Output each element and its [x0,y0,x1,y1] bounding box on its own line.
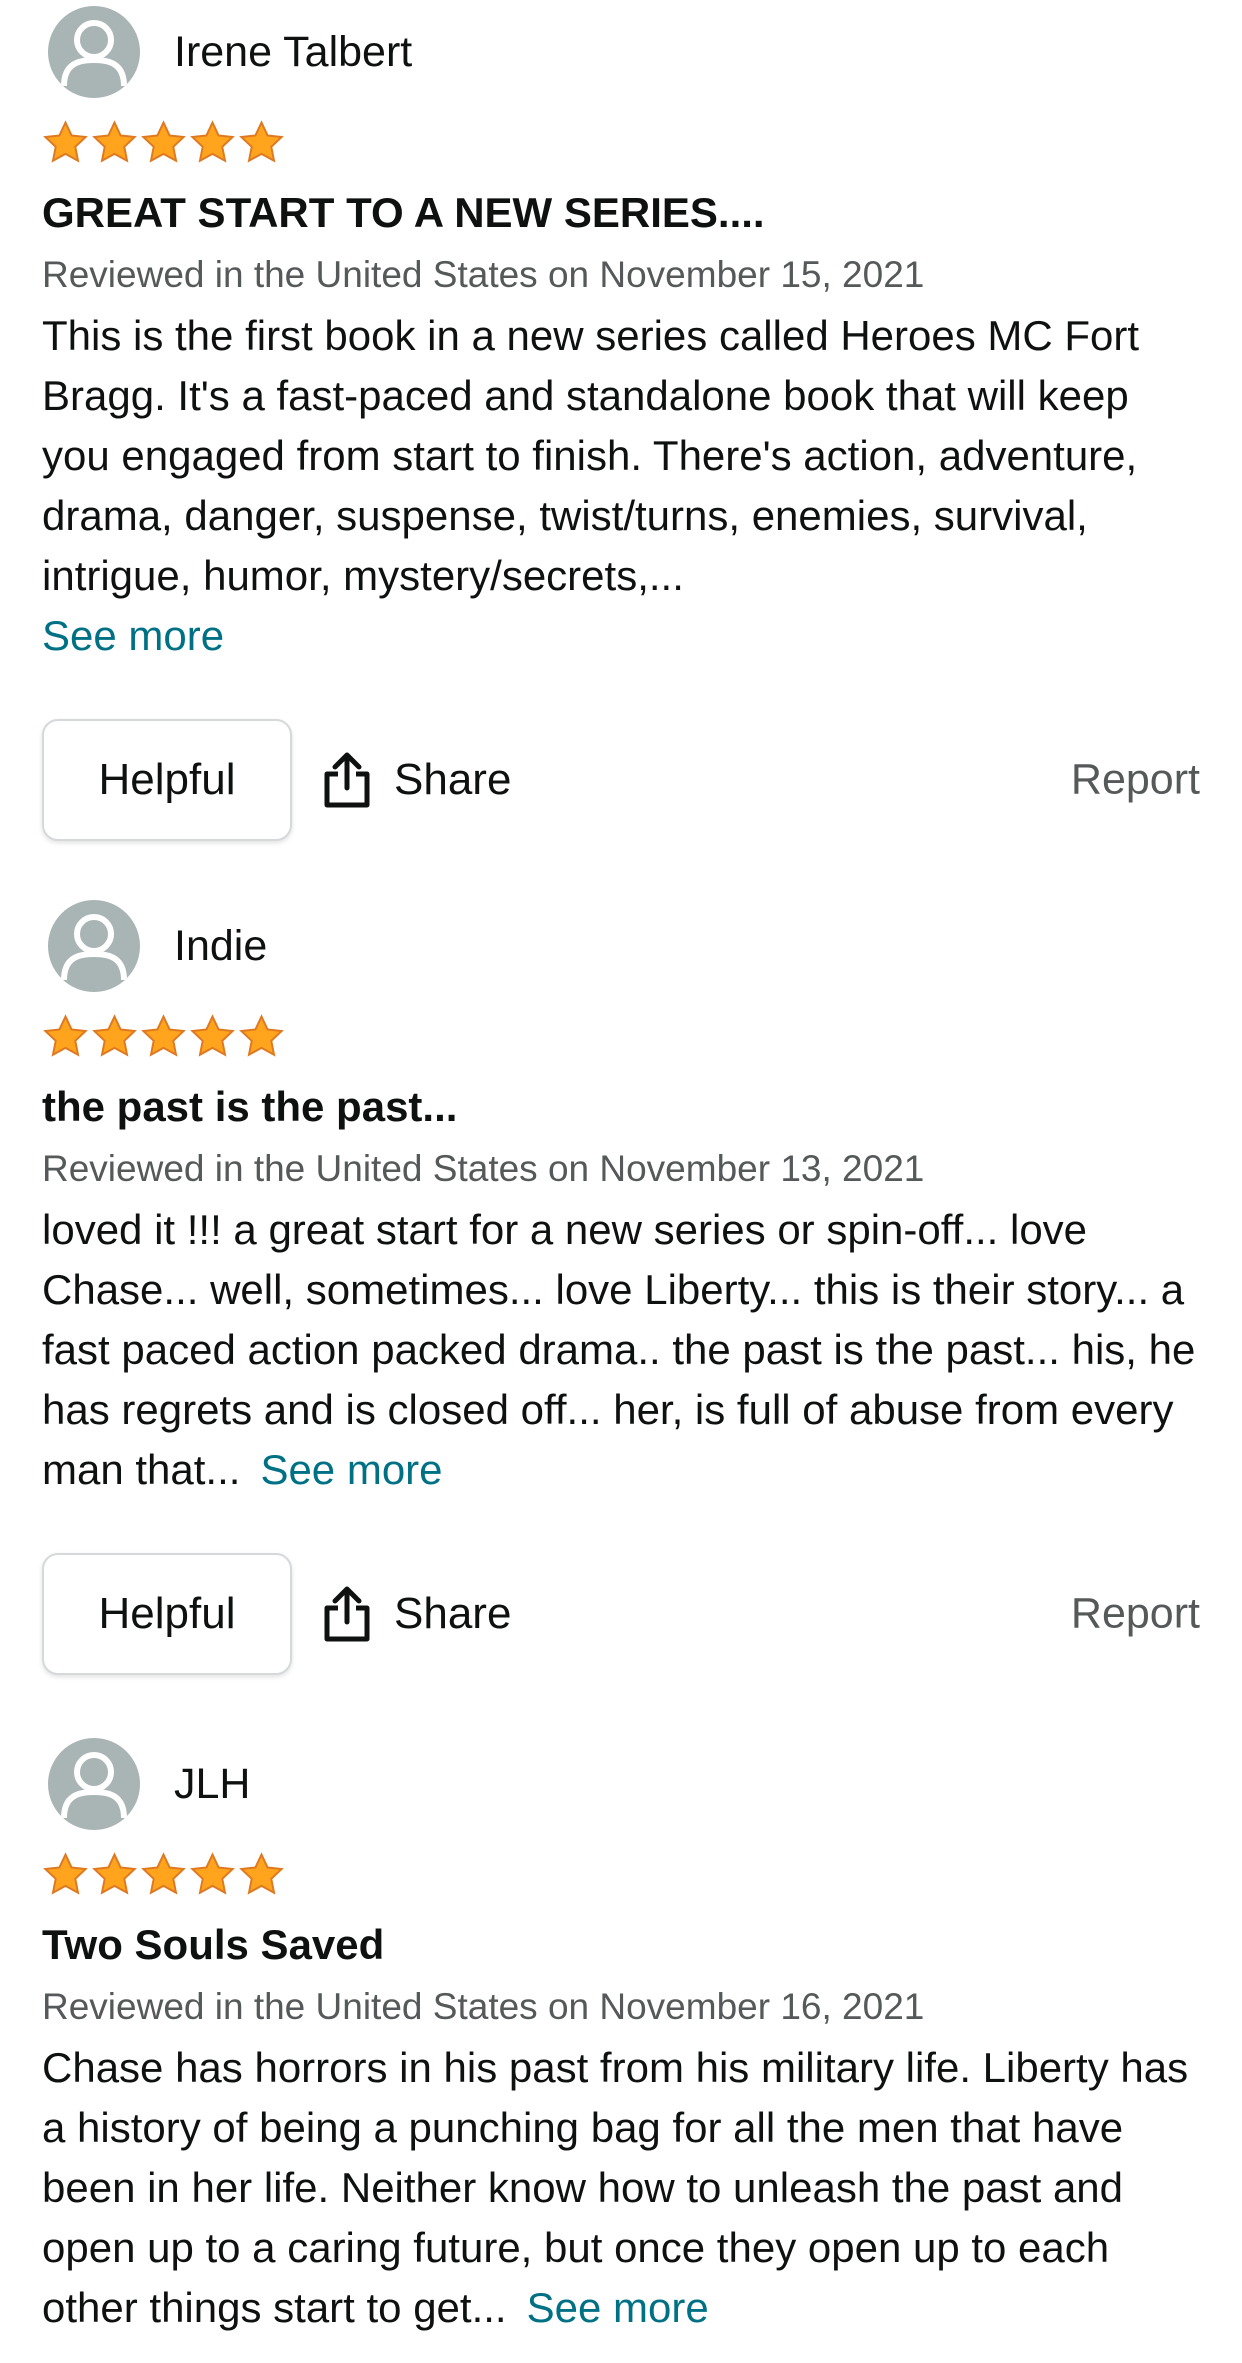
review-body: This is the first book in a new series c… [42,312,1140,599]
share-icon [324,752,370,808]
star-icon [43,1013,88,1057]
see-more-link[interactable]: See more [527,2284,709,2331]
see-more-row: See more [42,606,1200,666]
share-button[interactable]: Share [322,1586,511,1642]
report-link[interactable]: Report [1071,1590,1200,1639]
review-body-container: loved it !!! a great start for a new ser… [42,1200,1200,1500]
user-avatar-icon [48,1738,140,1830]
star-icon [239,1851,284,1895]
review-card: JLH Two Souls Saved Reviewed in the Unit… [42,1738,1200,2338]
star-icon [92,1851,137,1895]
share-button[interactable]: Share [322,752,511,808]
review-title[interactable]: GREAT START TO A NEW SERIES.... [42,186,1200,240]
star-icon [92,119,137,163]
share-icon [324,1586,370,1642]
star-icon [92,1013,137,1057]
star-icon [141,119,186,163]
review-actions: Helpful Share Report [42,1552,1200,1676]
star-icon [190,1851,235,1895]
review-date: Reviewed in the United States on Novembe… [42,1148,925,1189]
star-icon [141,1851,186,1895]
star-icon [239,119,284,163]
review-body: loved it !!! a great start for a new ser… [42,1206,1196,1493]
review-author: Irene Talbert [42,6,1200,98]
review-actions: Helpful Share Report [42,718,1200,842]
review-card: Indie the past is the past... Reviewed i… [42,900,1200,1676]
star-rating [42,1850,1200,1898]
star-icon [43,119,88,163]
review-title[interactable]: the past is the past... [42,1080,1200,1134]
star-rating [42,118,1200,166]
review-title[interactable]: Two Souls Saved [42,1918,1200,1972]
review-author: JLH [42,1738,1200,1830]
star-icon [141,1013,186,1057]
user-avatar-icon [48,900,140,992]
star-icon [239,1013,284,1057]
star-icon [190,1013,235,1057]
see-more-link[interactable]: See more [260,1446,442,1493]
helpful-button[interactable]: Helpful [42,719,292,841]
star-rating [42,1012,1200,1060]
review-date: Reviewed in the United States on Novembe… [42,254,925,295]
star-icon [43,1851,88,1895]
review-body-container: Chase has horrors in his past from his m… [42,2038,1200,2338]
share-label: Share [394,755,512,804]
review-author: Indie [42,900,1200,992]
author-name[interactable]: Irene Talbert [174,28,412,77]
author-name[interactable]: JLH [174,1760,250,1809]
helpful-button[interactable]: Helpful [42,1553,292,1675]
user-avatar-icon [48,6,140,98]
review-card: Irene Talbert GREAT START TO A NEW SERIE… [42,6,1200,842]
review-date: Reviewed in the United States on Novembe… [42,1986,925,2027]
share-label: Share [394,1589,512,1638]
see-more-link[interactable]: See more [42,612,224,659]
author-name[interactable]: Indie [174,922,267,971]
star-icon [190,119,235,163]
report-link[interactable]: Report [1071,756,1200,805]
